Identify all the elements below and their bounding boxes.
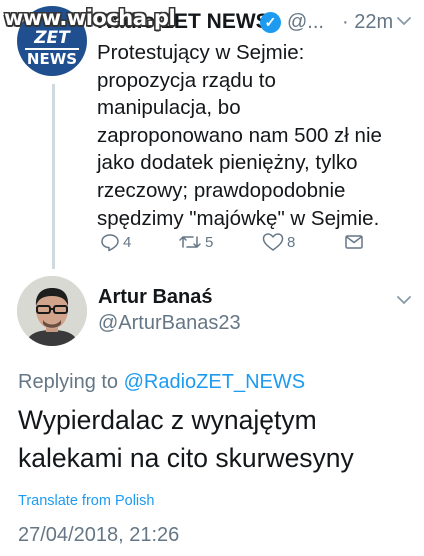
share-icon [345,235,363,249]
avatar-logo-line1: ZET [34,28,70,48]
tweet-text: Protestujący w Sejmie: propozycja rządu … [97,41,382,230]
user-handle[interactable]: @ArturBanas23 [98,312,241,335]
avatar-logo-line2: NEWS [26,50,78,68]
display-name[interactable]: Artur Banaś [98,286,212,309]
like-icon [262,233,284,251]
reply-count: 4 [123,233,132,251]
tweet-timestamp: 27/04/2018, 21:26 [18,524,180,546]
tweet-time[interactable]: · 22m [342,11,393,34]
watermark: www.wiocha.pl [4,6,176,30]
replying-mention-link[interactable]: @RadioZET_NEWS [124,371,305,393]
tweet-actions: 4 5 8 [100,231,380,253]
retweet-icon [179,236,201,248]
chevron-down-icon[interactable] [395,12,413,30]
parent-tweet[interactable]: ZET NEWS Radio ZET NEWS ✓ @... · 22m Pro… [0,0,424,269]
thread-connector-line [52,84,55,269]
share-button[interactable] [344,231,364,253]
like-count: 8 [287,233,296,251]
replying-to: Replying to @RadioZET_NEWS [18,371,305,394]
translate-link[interactable]: Translate from Polish [18,493,154,509]
avatar[interactable] [17,276,87,346]
retweet-button[interactable]: 5 [178,231,213,253]
like-button[interactable]: 8 [262,231,295,253]
user-handle[interactable]: @... [287,11,324,34]
retweet-count: 5 [205,233,214,251]
reply-text: Wypierdalac z wynajętym kalekami na cito… [18,405,354,473]
replying-prefix: Replying to [18,371,119,393]
avatar-photo [17,276,87,346]
reply-icon [101,234,119,252]
reply-button[interactable]: 4 [100,231,131,253]
chevron-down-icon[interactable] [395,291,413,309]
verified-badge-icon: ✓ [260,12,281,33]
